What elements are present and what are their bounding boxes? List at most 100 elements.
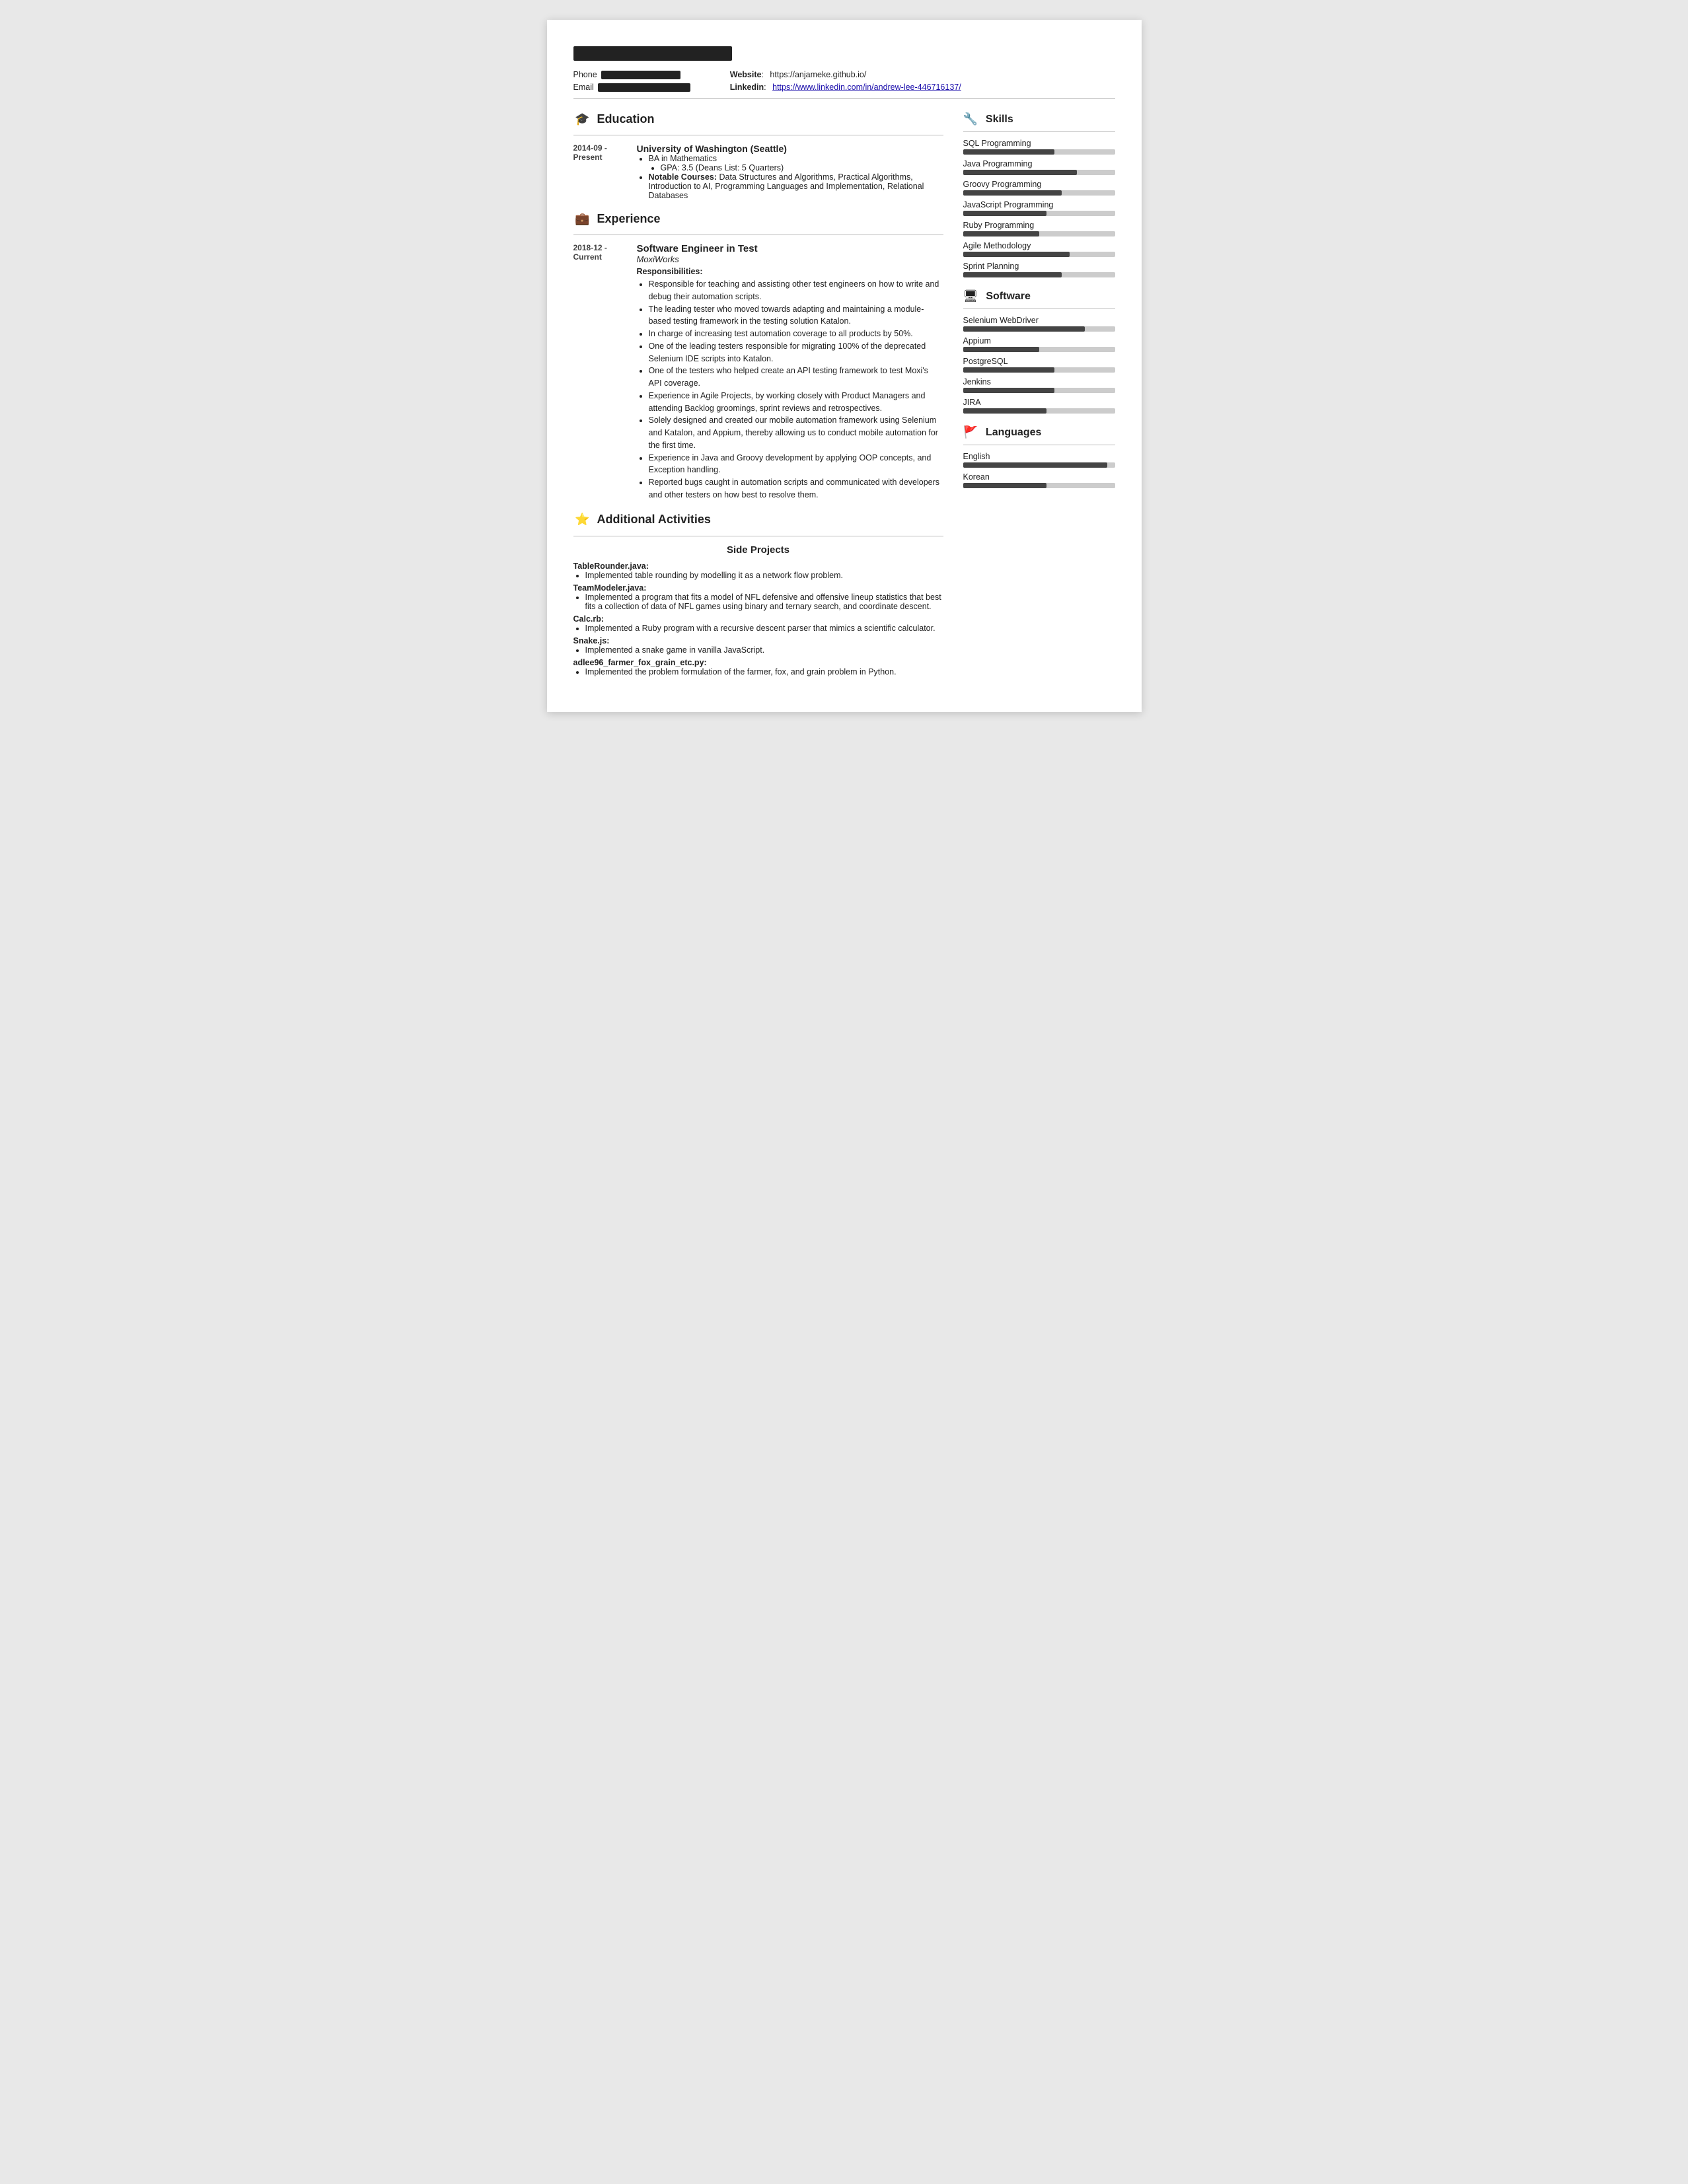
edu-date: 2014-09 -Present [573, 143, 626, 200]
skill-javascript-label: JavaScript Programming [963, 200, 1115, 209]
edu-school: University of Washington (Seattle) [637, 143, 943, 154]
exp-resp-label: Responsibilities: [637, 267, 943, 276]
project-tablerounder-bullet-1: Implemented table rounding by modelling … [585, 571, 943, 580]
project-calcrb-bullet-1: Implemented a Ruby program with a recurs… [585, 624, 943, 633]
software-jenkins-label: Jenkins [963, 377, 1115, 386]
software-selenium-fill [963, 326, 1085, 332]
skill-sprint: Sprint Planning [963, 262, 1115, 277]
language-korean-fill [963, 483, 1047, 488]
skill-agile-label: Agile Methodology [963, 241, 1115, 250]
language-korean-label: Korean [963, 472, 1115, 482]
skill-javascript: JavaScript Programming [963, 200, 1115, 216]
exp-bullet-6: Experience in Agile Projects, by working… [649, 390, 943, 415]
email-row: Email [573, 83, 690, 92]
left-column: 🎓 Education 2014-09 -Present University … [573, 110, 943, 679]
skill-sql-label: SQL Programming [963, 139, 1115, 148]
exp-company: MoxiWorks [637, 254, 943, 264]
exp-bullet-3: In charge of increasing test automation … [649, 328, 943, 340]
skills-items: SQL Programming Java Programming Groovy … [963, 139, 1115, 277]
languages-section: 🚩 Languages English Korean [963, 425, 1115, 488]
skill-sprint-fill [963, 272, 1062, 277]
side-projects-title: Side Projects [573, 544, 943, 556]
skill-agile: Agile Methodology [963, 241, 1115, 257]
software-jenkins-bar [963, 388, 1115, 393]
project-teammodeler-bullets: Implemented a program that fits a model … [585, 593, 943, 611]
skill-agile-bar [963, 252, 1115, 257]
exp-bullet-4: One of the leading testers responsible f… [649, 340, 943, 365]
skill-agile-fill [963, 252, 1070, 257]
software-jira-bar [963, 408, 1115, 414]
edu-degree: BA in Mathematics [649, 154, 943, 163]
project-snakejs-bullets: Implemented a snake game in vanilla Java… [585, 645, 943, 655]
software-section-title: Software [986, 291, 1031, 303]
project-snakejs-title: Snake.js: [573, 636, 610, 645]
email-redacted [598, 83, 690, 92]
software-appium: Appium [963, 336, 1115, 352]
skills-icon: 🔧 [963, 112, 978, 126]
software-icon: 🖥 [963, 289, 978, 303]
skill-java-label: Java Programming [963, 159, 1115, 168]
software-postgresql-label: PostgreSQL [963, 357, 1115, 366]
skill-groovy-bar [963, 190, 1115, 196]
skill-javascript-bar [963, 211, 1115, 216]
project-teammodeler-bullet-1: Implemented a program that fits a model … [585, 593, 943, 611]
language-english: English [963, 452, 1115, 468]
experience-entry: 2018-12 -Current Software Engineer in Te… [573, 243, 943, 501]
edu-notable: Notable Courses: Data Structures and Alg… [649, 172, 943, 200]
exp-title: Software Engineer in Test [637, 243, 943, 254]
skill-sql: SQL Programming [963, 139, 1115, 155]
project-calcrb-title: Calc.rb: [573, 614, 605, 624]
additional-section-header: ⭐ Additional Activities [573, 511, 943, 529]
experience-icon: 💼 [573, 209, 592, 228]
skill-sql-bar [963, 149, 1115, 155]
phone-redacted [601, 71, 680, 79]
skill-ruby: Ruby Programming [963, 221, 1115, 237]
additional-icon: ⭐ [573, 511, 592, 529]
languages-section-title: Languages [986, 427, 1041, 439]
project-snakejs-bullet-1: Implemented a snake game in vanilla Java… [585, 645, 943, 655]
linkedin-link[interactable]: https://www.linkedin.com/in/andrew-lee-4… [772, 83, 961, 92]
skill-ruby-label: Ruby Programming [963, 221, 1115, 230]
software-postgresql: PostgreSQL [963, 357, 1115, 373]
contact-right: Website: https://anjameke.github.io/ Lin… [730, 70, 961, 92]
skill-ruby-bar [963, 231, 1115, 237]
skill-sprint-bar [963, 272, 1115, 277]
name-redacted [573, 46, 732, 61]
exp-bullet-7: Solely designed and created our mobile a… [649, 414, 943, 451]
skill-java: Java Programming [963, 159, 1115, 175]
software-section: 🖥 Software Selenium WebDriver Appium Pos… [963, 289, 1115, 414]
additional-title: Additional Activities [597, 513, 711, 527]
experience-title: Experience [597, 212, 661, 226]
edu-gpa: GPA: 3.5 (Deans List: 5 Quarters) [661, 163, 943, 172]
project-teammodeler-title: TeamModeler.java: [573, 583, 647, 593]
project-tablerounder-title: TableRounder.java: [573, 562, 649, 571]
skill-sql-fill [963, 149, 1054, 155]
exp-bullet-2: The leading tester who moved towards ada… [649, 303, 943, 328]
exp-date: 2018-12 -Current [573, 243, 626, 501]
email-label: Email [573, 83, 594, 92]
linkedin-row: Linkedin: https://www.linkedin.com/in/an… [730, 83, 961, 92]
website-value: https://anjameke.github.io/ [770, 70, 866, 79]
skill-java-fill [963, 170, 1078, 175]
skills-section-title: Skills [986, 114, 1013, 126]
software-jira-fill [963, 408, 1047, 414]
software-postgresql-bar [963, 367, 1115, 373]
skill-javascript-fill [963, 211, 1047, 216]
projects-list: TableRounder.java: Implemented table rou… [573, 561, 943, 676]
software-postgresql-fill [963, 367, 1054, 373]
software-appium-fill [963, 347, 1039, 352]
exp-bullet-1: Responsible for teaching and assisting o… [649, 278, 943, 303]
software-items: Selenium WebDriver Appium PostgreSQL Jen… [963, 316, 1115, 414]
exp-bullet-8: Experience in Java and Groovy developmen… [649, 452, 943, 477]
phone-label: Phone [573, 70, 597, 79]
software-selenium: Selenium WebDriver [963, 316, 1115, 332]
education-title: Education [597, 112, 655, 126]
skills-section-header: 🔧 Skills [963, 112, 1115, 126]
exp-content: Software Engineer in Test MoxiWorks Resp… [637, 243, 943, 501]
edu-content: University of Washington (Seattle) BA in… [637, 143, 943, 200]
project-calcrb-bullets: Implemented a Ruby program with a recurs… [585, 624, 943, 633]
header-divider [573, 98, 1115, 99]
phone-row: Phone [573, 70, 690, 79]
education-entry: 2014-09 -Present University of Washingto… [573, 143, 943, 200]
skill-java-bar [963, 170, 1115, 175]
